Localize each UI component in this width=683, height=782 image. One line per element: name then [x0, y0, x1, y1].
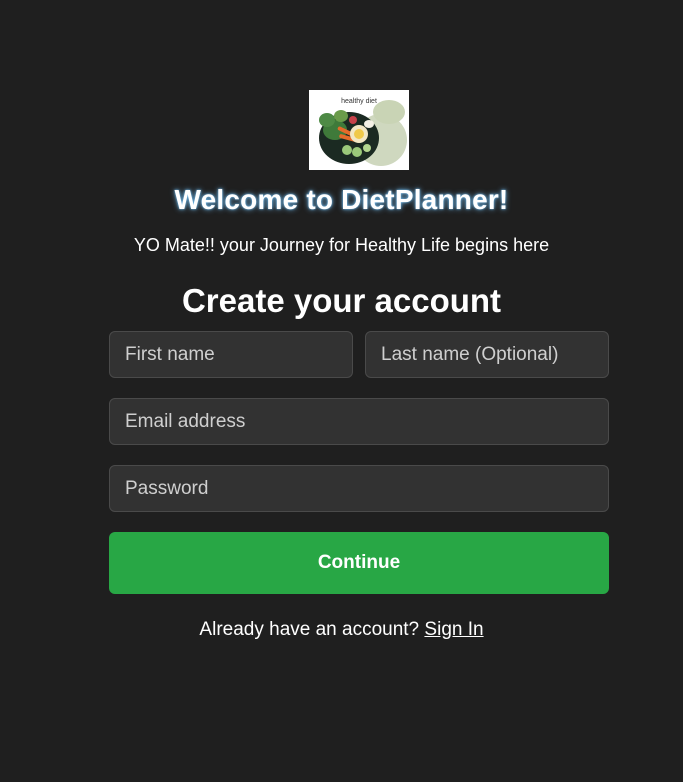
signup-page: healthy diet Welcome to DietPlanner! YO …: [0, 0, 683, 782]
welcome-heading: Welcome to DietPlanner!: [174, 184, 509, 215]
tagline-text: YO Mate!! your Journey for Healthy Life …: [133, 235, 550, 255]
password-input[interactable]: [109, 465, 609, 512]
signin-link[interactable]: Sign In: [424, 619, 483, 640]
first-name-input[interactable]: [109, 331, 353, 378]
logo-caption: healthy diet: [341, 98, 377, 105]
email-input[interactable]: [109, 398, 609, 445]
signin-prompt: Already have an account?: [199, 619, 420, 640]
signin-row: Already have an account? Sign In: [0, 619, 683, 641]
app-logo: healthy diet: [309, 90, 409, 170]
last-name-input[interactable]: [365, 331, 609, 378]
create-account-title: Create your account: [181, 282, 502, 319]
continue-button[interactable]: Continue: [109, 532, 609, 594]
